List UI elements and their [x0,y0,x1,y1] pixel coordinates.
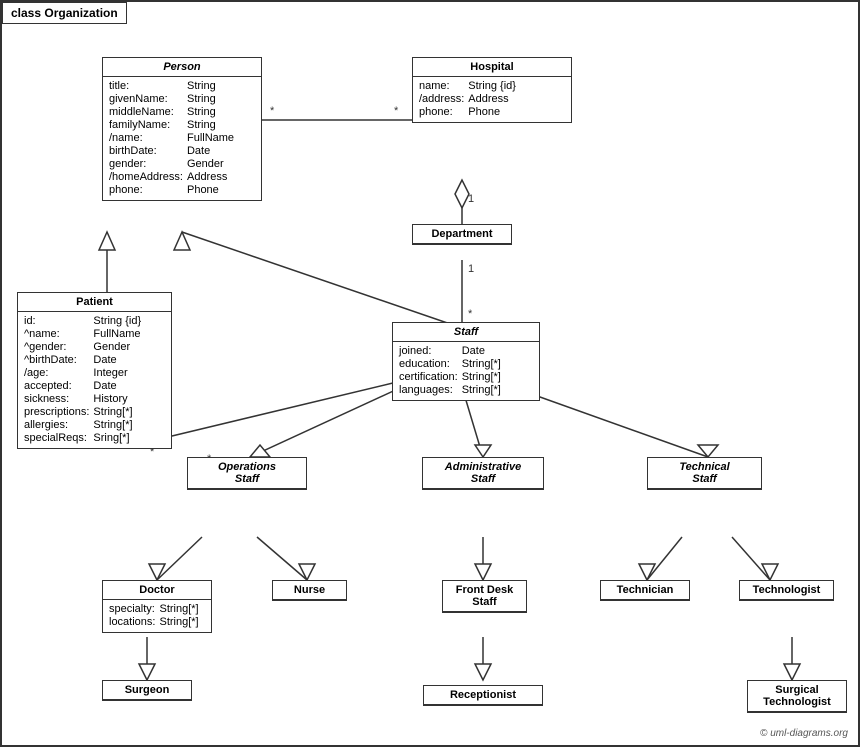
administrative-staff-header: Administrative Staff [423,458,543,489]
person-header: Person [103,58,261,77]
hospital-class: Hospital name:String {id} /address:Addre… [412,57,572,123]
technical-staff-class: Technical Staff [647,457,762,490]
operations-staff-header: Operations Staff [188,458,306,489]
nurse-class: Nurse [272,580,347,601]
doctor-body: specialty:String[*] locations:String[*] [103,600,211,632]
patient-header: Patient [18,293,171,312]
hospital-header: Hospital [413,58,571,77]
technician-class: Technician [600,580,690,601]
administrative-staff-class: Administrative Staff [422,457,544,490]
staff-class: Staff joined:Date education:String[*] ce… [392,322,540,401]
copyright: © uml-diagrams.org [760,728,848,739]
svg-text:*: * [270,105,275,117]
front-desk-staff-class: Front Desk Staff [442,580,527,613]
doctor-class: Doctor specialty:String[*] locations:Str… [102,580,212,633]
person-class: Person title:String givenName:String mid… [102,57,262,201]
technician-header: Technician [601,581,689,600]
diagram-container: class Organization * * 1 * 1 * * * [0,0,860,747]
surgeon-class: Surgeon [102,680,192,701]
svg-text:*: * [468,308,473,320]
hospital-body: name:String {id} /address:Address phone:… [413,77,571,122]
svg-text:*: * [394,105,399,117]
technologist-header: Technologist [740,581,833,600]
surgeon-header: Surgeon [103,681,191,700]
diagram-title: class Organization [2,2,127,24]
staff-body: joined:Date education:String[*] certific… [393,342,539,400]
surgical-technologist-header: Surgical Technologist [748,681,846,712]
svg-text:1: 1 [468,193,474,205]
surgical-technologist-class: Surgical Technologist [747,680,847,713]
nurse-header: Nurse [273,581,346,600]
staff-header: Staff [393,323,539,342]
svg-text:1: 1 [468,263,474,275]
patient-body: id:String {id} ^name:FullName ^gender:Ge… [18,312,171,448]
technical-staff-header: Technical Staff [648,458,761,489]
operations-staff-class: Operations Staff [187,457,307,490]
department-header: Department [413,225,511,244]
person-body: title:String givenName:String middleName… [103,77,261,200]
patient-class: Patient id:String {id} ^name:FullName ^g… [17,292,172,449]
front-desk-staff-header: Front Desk Staff [443,581,526,612]
doctor-header: Doctor [103,581,211,600]
receptionist-class: Receptionist [423,685,543,706]
department-class: Department [412,224,512,245]
receptionist-header: Receptionist [424,686,542,705]
technologist-class: Technologist [739,580,834,601]
